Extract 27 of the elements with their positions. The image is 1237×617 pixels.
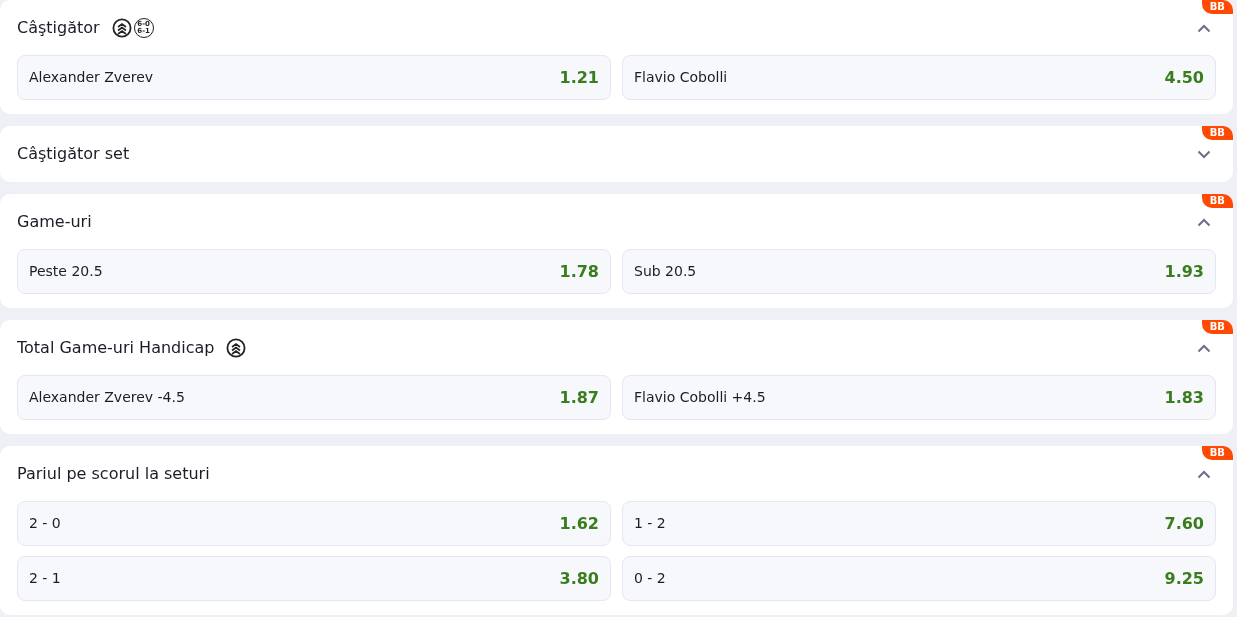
market-title: Câştigător xyxy=(17,17,100,39)
market-title: Total Game-uri Handicap xyxy=(17,337,215,359)
bb-badge: BB xyxy=(1201,0,1233,14)
chevron-up-icon[interactable] xyxy=(1197,23,1211,33)
double-chevron-circle-icon xyxy=(111,18,132,38)
market-title: Pariul pe scorul la seturi xyxy=(17,463,210,485)
bb-badge: BB xyxy=(1201,194,1233,208)
odds-button[interactable]: 2 - 0 1.62 xyxy=(17,501,611,546)
odds-button[interactable]: Flavio Cobolli +4.5 1.83 xyxy=(622,375,1216,420)
bb-badge: BB xyxy=(1201,446,1233,460)
chevron-down-icon[interactable] xyxy=(1197,149,1211,159)
chevron-up-icon[interactable] xyxy=(1197,469,1211,479)
odds-button[interactable]: 1 - 2 7.60 xyxy=(622,501,1216,546)
double-chevron-circle-icon xyxy=(226,338,247,358)
chevron-up-icon[interactable] xyxy=(1197,343,1211,353)
market-title: Game-uri xyxy=(17,211,92,233)
odds-button[interactable]: 0 - 2 9.25 xyxy=(622,556,1216,601)
odds-button[interactable]: Alexander Zverev -4.5 1.87 xyxy=(17,375,611,420)
odds-button[interactable]: Sub 20.5 1.93 xyxy=(622,249,1216,294)
market-title: Câştigător set xyxy=(17,143,130,165)
bb-badge: BB xyxy=(1201,126,1233,140)
odds-button[interactable]: Flavio Cobolli 4.50 xyxy=(622,55,1216,100)
bb-badge: BB xyxy=(1201,320,1233,334)
odds-button[interactable]: Peste 20.5 1.78 xyxy=(17,249,611,294)
odds-button[interactable]: Alexander Zverev 1.21 xyxy=(17,55,611,100)
chevron-up-icon[interactable] xyxy=(1197,217,1211,227)
odds-button[interactable]: 2 - 1 3.80 xyxy=(17,556,611,601)
